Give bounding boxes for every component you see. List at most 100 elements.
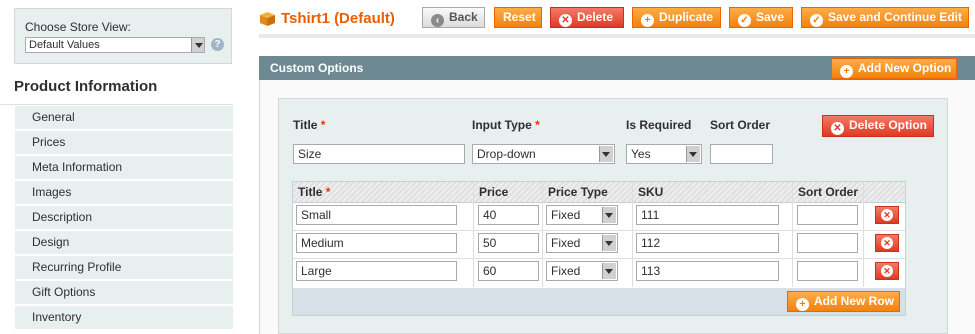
- delete-row-button[interactable]: ✕: [875, 262, 899, 280]
- duplicate-button[interactable]: + Duplicate: [632, 7, 721, 28]
- store-view-label: Choose Store View:: [25, 20, 131, 34]
- delete-option-label: Delete Option: [849, 118, 928, 132]
- chevron-down-icon: [686, 146, 700, 162]
- row-title-input[interactable]: Medium: [296, 233, 457, 253]
- store-view-select[interactable]: Default Values: [25, 37, 205, 53]
- column-price: Price: [479, 185, 509, 199]
- duplicate-label: Duplicate: [659, 10, 714, 24]
- row-sort-order-input[interactable]: [797, 205, 858, 225]
- add-new-row-button[interactable]: + Add New Row: [787, 291, 900, 312]
- reset-label: Reset: [503, 10, 536, 24]
- add-new-option-button[interactable]: + Add New Option: [831, 58, 957, 79]
- sidebar-item-prices[interactable]: Prices: [15, 131, 233, 155]
- sidebar-item-gift-options[interactable]: Gift Options: [15, 281, 233, 305]
- row-price-type-select[interactable]: Fixed: [546, 261, 618, 281]
- row-price-type-select[interactable]: Fixed: [546, 233, 618, 253]
- column-price-type: Price Type: [548, 185, 608, 199]
- plus-circle-icon: +: [796, 298, 809, 311]
- price-type-value: Fixed: [551, 208, 581, 222]
- plus-circle-icon: +: [641, 14, 654, 27]
- store-view-value: Default Values: [29, 39, 100, 51]
- required-mark: *: [320, 118, 326, 132]
- row-sku-input[interactable]: 111: [636, 205, 779, 225]
- divider: [0, 104, 233, 105]
- is-required-label: Is Required: [626, 118, 692, 132]
- row-sku-input[interactable]: 112: [636, 233, 779, 253]
- check-circle-icon: ✓: [810, 14, 823, 27]
- product-title: Tshirt1 (Default): [281, 10, 395, 27]
- sidebar-item-meta-information[interactable]: Meta Information: [15, 156, 233, 180]
- header-divider: [259, 34, 975, 38]
- required-mark: *: [325, 185, 331, 199]
- option-title-label-text: Title: [293, 118, 318, 132]
- is-required-select[interactable]: Yes: [626, 144, 702, 164]
- store-view-switcher: Choose Store View: Default Values ?: [14, 8, 232, 64]
- row-sort-order-input[interactable]: [797, 261, 858, 281]
- price-type-value: Fixed: [551, 264, 581, 278]
- column-sort-order: Sort Order: [798, 185, 859, 199]
- input-type-label: Input Type *: [472, 118, 540, 132]
- row-sort-order-input[interactable]: [797, 233, 858, 253]
- row-sku-input[interactable]: 113: [636, 261, 779, 281]
- column-title: Title *: [298, 185, 330, 199]
- column-divider: [792, 182, 793, 287]
- column-divider: [542, 182, 543, 287]
- option-sort-order-input[interactable]: [710, 144, 773, 164]
- sidebar-item-images[interactable]: Images: [15, 181, 233, 205]
- row-title-input[interactable]: Small: [296, 205, 457, 225]
- row-price-input[interactable]: 60: [478, 261, 539, 281]
- input-type-select[interactable]: Drop-down: [472, 144, 615, 164]
- chevron-down-icon: [602, 235, 616, 251]
- back-label: Back: [449, 10, 478, 24]
- sidebar-item-description[interactable]: Description: [15, 206, 233, 230]
- x-circle-icon: ✕: [881, 237, 893, 249]
- x-circle-icon: ✕: [559, 14, 572, 27]
- add-new-option-label: Add New Option: [858, 61, 952, 75]
- custom-options-title: Custom Options: [270, 61, 364, 75]
- sidebar-item-inventory[interactable]: Inventory: [15, 306, 233, 330]
- product-information-title: Product Information: [14, 78, 158, 95]
- reset-button[interactable]: Reset: [494, 7, 542, 28]
- is-required-value: Yes: [631, 147, 651, 161]
- save-and-continue-button[interactable]: ✓ Save and Continue Edit: [801, 7, 969, 28]
- back-button[interactable]: ‹ Back: [422, 7, 485, 28]
- x-circle-icon: ✕: [831, 122, 844, 135]
- save-label: Save: [756, 10, 785, 24]
- sort-order-label: Sort Order: [710, 118, 771, 132]
- sidebar-item-general[interactable]: General: [15, 106, 233, 130]
- row-price-input[interactable]: 40: [478, 205, 539, 225]
- left-sidebar: Choose Store View: Default Values ? Prod…: [0, 0, 233, 334]
- plus-circle-icon: +: [840, 65, 853, 78]
- option-title-input[interactable]: Size: [293, 144, 465, 164]
- column-divider: [632, 182, 633, 287]
- chevron-down-icon: [602, 207, 616, 223]
- column-divider: [473, 182, 474, 287]
- row-price-input[interactable]: 50: [478, 233, 539, 253]
- delete-row-button[interactable]: ✕: [875, 206, 899, 224]
- row-price-type-select[interactable]: Fixed: [546, 205, 618, 225]
- chevron-down-icon: [599, 146, 613, 162]
- delete-button[interactable]: ✕ Delete: [550, 7, 624, 28]
- check-circle-icon: ✓: [738, 14, 751, 27]
- question-icon[interactable]: ?: [211, 38, 224, 51]
- add-new-row-label: Add New Row: [814, 294, 894, 308]
- x-circle-icon: ✕: [881, 209, 893, 221]
- delete-label: Delete: [577, 10, 614, 24]
- table-header: Title * Price Price Type SKU Sort Order: [293, 182, 905, 203]
- input-type-label-text: Input Type: [472, 118, 532, 132]
- row-title-input[interactable]: Large: [296, 261, 457, 281]
- chevron-down-icon: [602, 263, 616, 279]
- sidebar-item-recurring-profile[interactable]: Recurring Profile: [15, 256, 233, 280]
- box-icon: [260, 12, 275, 26]
- row-divider: [293, 230, 905, 231]
- arrow-left-icon: ‹: [431, 14, 444, 27]
- option-title-label: Title *: [293, 118, 325, 132]
- save-and-continue-label: Save and Continue Edit: [828, 10, 963, 24]
- delete-option-button[interactable]: ✕ Delete Option: [822, 115, 934, 137]
- price-type-value: Fixed: [551, 236, 581, 250]
- sidebar-item-design[interactable]: Design: [15, 231, 233, 255]
- x-circle-icon: ✕: [881, 265, 893, 277]
- delete-row-button[interactable]: ✕: [875, 234, 899, 252]
- save-button[interactable]: ✓ Save: [729, 7, 793, 28]
- column-sku: SKU: [638, 185, 664, 199]
